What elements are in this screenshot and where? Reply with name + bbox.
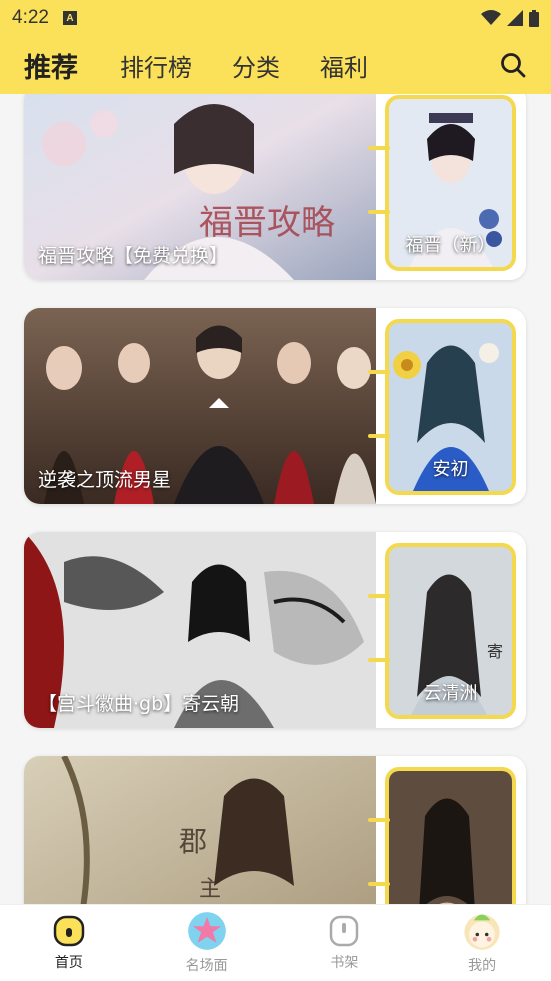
tab-label: 排行榜 xyxy=(120,53,192,82)
nav-profile[interactable]: 我的 xyxy=(413,905,551,981)
story-cover[interactable]: 逆袭之顶流男星 xyxy=(24,308,376,504)
story-cover[interactable]: 【宫斗徽曲·gb】寄云朝 xyxy=(24,532,376,728)
character-portrait[interactable]: 安初 xyxy=(385,319,516,495)
connector-line xyxy=(368,370,390,374)
connector-line xyxy=(368,882,390,886)
story-title: 逆袭之顶流男星 xyxy=(38,469,172,491)
story-feed[interactable]: 福晋攻略 福晋攻略【免费兑换】 福晋（新） 逆袭之顶流男星 安初 【宫斗徽曲·g… xyxy=(0,94,551,904)
nav-bookshelf[interactable]: 书架 xyxy=(276,905,414,981)
svg-text:寄: 寄 xyxy=(487,642,503,661)
svg-text:福晋攻略: 福晋攻略 xyxy=(199,203,335,243)
status-bar: 4:22 A xyxy=(0,0,551,36)
character-panel[interactable]: 安初 xyxy=(376,308,526,504)
tab-label: 福利 xyxy=(320,53,368,82)
bottom-navigation: 首页 名场面 书架 我的 xyxy=(0,904,551,981)
nav-label: 我的 xyxy=(468,958,497,974)
character-name: 安初 xyxy=(432,459,469,480)
search-icon[interactable] xyxy=(499,51,527,79)
character-portrait[interactable] xyxy=(385,767,516,904)
svg-text:主: 主 xyxy=(199,877,221,902)
portrait-illustration xyxy=(389,771,512,904)
character-panel[interactable]: 寄 云清洲 xyxy=(376,532,526,728)
character-portrait[interactable]: 寄 云清洲 xyxy=(385,543,516,719)
tab-welfare[interactable]: 福利 xyxy=(320,48,368,83)
connector-line xyxy=(368,658,390,662)
nav-scenes[interactable]: 名场面 xyxy=(138,905,276,981)
story-card[interactable]: 逆袭之顶流男星 安初 xyxy=(24,308,526,504)
story-cover[interactable]: 福晋攻略 福晋攻略【免费兑换】 xyxy=(24,94,376,280)
character-panel[interactable] xyxy=(376,756,526,904)
battery-icon xyxy=(529,9,539,27)
connector-line xyxy=(368,434,390,438)
cover-illustration: 郡 主 xyxy=(24,756,376,904)
character-portrait[interactable]: 福晋（新） xyxy=(385,95,516,271)
story-card[interactable]: 郡 主 xyxy=(24,756,526,904)
nav-label: 书架 xyxy=(330,955,359,971)
avatar-icon xyxy=(464,914,500,950)
top-tab-bar: 推荐 排行榜 分类 福利 xyxy=(0,36,551,107)
connector-line xyxy=(368,818,390,822)
story-title: 【宫斗徽曲·gb】寄云朝 xyxy=(38,693,240,715)
status-indicators xyxy=(481,9,539,27)
bookshelf-icon xyxy=(330,915,359,947)
story-cover[interactable]: 郡 主 xyxy=(24,756,376,904)
nav-label: 首页 xyxy=(54,955,83,971)
star-icon xyxy=(187,912,226,950)
nav-home[interactable]: 首页 xyxy=(0,905,138,981)
connector-line xyxy=(368,210,390,214)
connector-line xyxy=(368,146,390,150)
connector-line xyxy=(368,594,390,598)
story-card[interactable]: 福晋攻略 福晋攻略【免费兑换】 福晋（新） xyxy=(24,94,526,280)
tab-label: 分类 xyxy=(232,53,280,82)
tab-recommend[interactable]: 推荐 xyxy=(24,46,78,107)
wifi-icon xyxy=(481,10,501,25)
status-time: 4:22 xyxy=(12,7,49,28)
story-title: 福晋攻略【免费兑换】 xyxy=(38,245,229,267)
tab-category[interactable]: 分类 xyxy=(232,48,280,83)
character-name: 福晋（新） xyxy=(405,235,496,256)
signal-icon xyxy=(507,10,523,26)
svg-text:郡: 郡 xyxy=(179,825,207,858)
tab-ranking[interactable]: 排行榜 xyxy=(120,48,192,83)
nav-label: 名场面 xyxy=(185,958,228,974)
character-name: 云清洲 xyxy=(423,683,478,704)
tab-label: 推荐 xyxy=(24,52,78,84)
notification-app-icon: A xyxy=(62,11,77,25)
character-panel[interactable]: 福晋（新） xyxy=(376,94,526,280)
home-icon xyxy=(53,915,85,947)
story-card[interactable]: 【宫斗徽曲·gb】寄云朝 寄 云清洲 xyxy=(24,532,526,728)
